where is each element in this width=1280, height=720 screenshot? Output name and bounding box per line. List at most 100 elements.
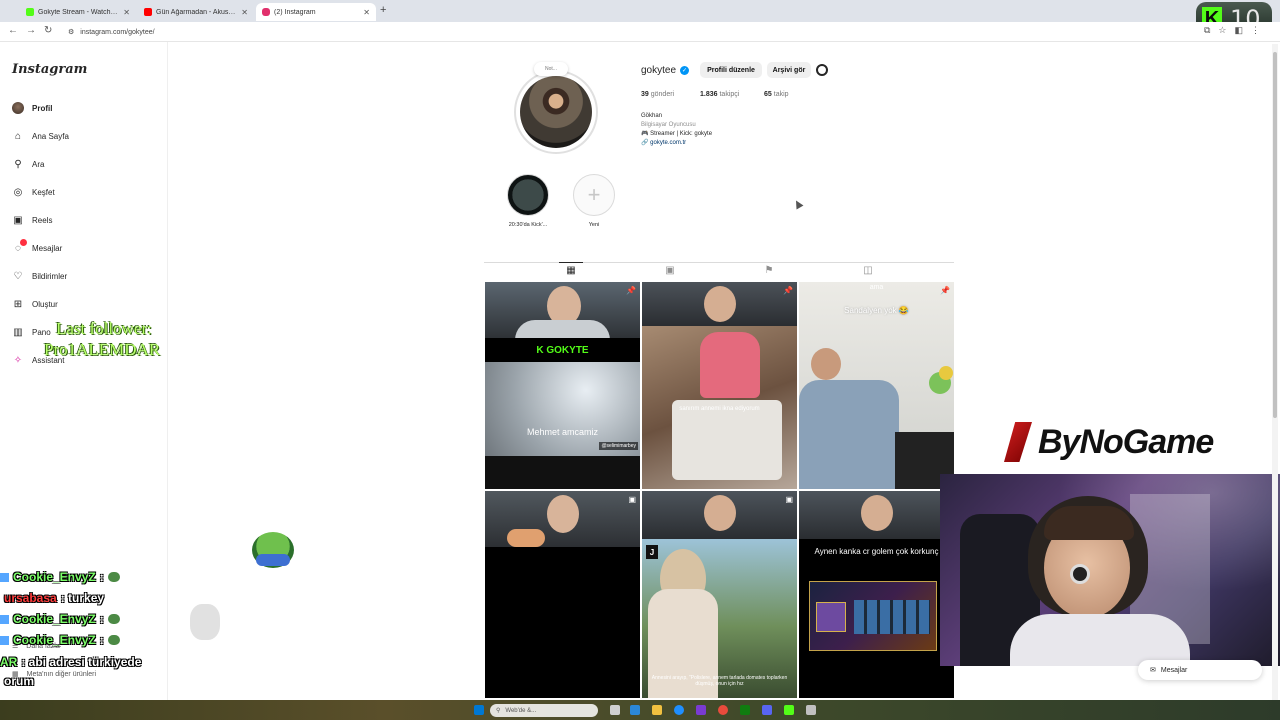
youtube-favicon-icon (144, 8, 152, 16)
menu-dots-icon[interactable]: ⋮ (1251, 25, 1260, 36)
chart-icon: ▥ (13, 326, 23, 338)
sidebar-item-search[interactable]: ⚲ Ara (12, 158, 44, 170)
saved-tab-icon[interactable]: ⚑ (763, 265, 775, 277)
chat-user: ursabasa (4, 591, 57, 605)
sidebar-item-create[interactable]: ⊞ Oluştur (12, 298, 58, 310)
edge-icon[interactable] (674, 705, 684, 715)
site-info-icon[interactable]: ⚙ (68, 28, 74, 36)
stat-value: 65 (764, 91, 772, 98)
chat-text: : (99, 612, 104, 626)
reels-icon: ▣ (785, 495, 793, 504)
extensions-icon[interactable]: ◧ (1234, 25, 1243, 36)
profile-photo (520, 76, 592, 148)
close-icon[interactable]: ✕ (123, 8, 130, 17)
post-tile-3[interactable]: ama Sandalyen yok 😂 📌 (799, 282, 954, 489)
install-icon[interactable]: ⧉ (1204, 25, 1210, 36)
hand (507, 529, 545, 547)
app-icon[interactable] (696, 705, 706, 715)
chat-message: ursabasa : turkey (4, 591, 104, 605)
sponsor-logo: ByNoGame (1004, 422, 1214, 462)
chat-user: Cookie_EnvyZ (13, 612, 96, 626)
profile-note-bubble[interactable]: Not... (534, 62, 568, 76)
stat-followers[interactable]: 1.836 takipçi (700, 91, 739, 98)
feather-icon (1004, 422, 1032, 462)
highlight-label: Yeni (588, 222, 600, 228)
instagram-logo[interactable]: Instagram (12, 62, 87, 77)
chat-message: Cookie_EnvyZ : (0, 570, 120, 584)
post-tile-2[interactable]: sanırım annemi ikna ediyorum 📌 (642, 282, 797, 489)
file-explorer-icon[interactable] (652, 705, 662, 715)
tab-kick[interactable]: Gokyte Stream - Watch Live on ✕ (20, 3, 136, 21)
chat-text: orum (4, 674, 34, 688)
post-tile-1[interactable]: K GOKYTE Mehmet amcamiz @selimimarbey 📌 (485, 282, 640, 489)
face (704, 286, 736, 322)
post-brand-text: K GOKYTE (485, 338, 640, 362)
post-caption: Aynen kanka cr golem çok korkunç (814, 547, 939, 556)
profile-picture[interactable] (514, 70, 598, 154)
sidebar-item-profile[interactable]: Profil (12, 102, 52, 114)
bio-link[interactable]: 🔗 gokyte.com.tr (641, 139, 712, 148)
post-tile-4[interactable]: ▣ (485, 491, 640, 698)
view-archive-button[interactable]: Arşivi gör (767, 62, 811, 78)
chat-user: AR (0, 655, 18, 669)
profile-bio: Gökhan Bilgisayar Oyuncusu 🎮 Streamer | … (641, 112, 712, 148)
url-text: instagram.com/gokytee/ (80, 28, 155, 36)
sidebar-item-reels[interactable]: ▣ Reels (12, 214, 52, 226)
sidebar-item-home[interactable]: ⌂ Ana Sayfa (12, 130, 69, 142)
chat-text: : (99, 633, 104, 647)
emote-icon (107, 635, 120, 645)
url-field[interactable]: ⚙ instagram.com/gokytee/ (64, 25, 1164, 39)
discord-icon[interactable] (762, 705, 772, 715)
notification-dot (20, 239, 27, 246)
chat-text: : (99, 570, 104, 584)
stat-following[interactable]: 65 takip (764, 91, 789, 98)
chat-message: AR : abi adresi türkiyede (0, 655, 141, 669)
reels-tab-icon[interactable]: ▣ (664, 265, 676, 277)
post-tag: @selimimarbey (599, 442, 638, 450)
sidebar-item-messages[interactable]: ◌ Mesajlar (12, 239, 62, 254)
start-icon[interactable] (474, 705, 484, 715)
close-icon[interactable]: ✕ (241, 8, 248, 17)
post-caption: Mehmet amcamiz (526, 427, 598, 437)
new-tab-button[interactable]: + (380, 4, 386, 16)
posts-grid-tab-icon[interactable]: ▦ (559, 262, 583, 277)
scrollbar-thumb[interactable] (1273, 52, 1277, 418)
post-tile-6[interactable]: Aynen kanka cr golem çok korkunç (799, 491, 954, 698)
taskbar-search-text: Web'de &... (505, 707, 537, 714)
tab-title: Gün Ağarmadan - Akustik - Yo (156, 8, 237, 16)
task-view-icon[interactable] (610, 705, 620, 715)
chat-message: Cookie_EnvyZ : (0, 612, 120, 626)
plus-square-icon: ⊞ (13, 298, 23, 310)
highlight-1[interactable]: 20:30'da Kick'... (505, 174, 551, 228)
messages-floating-button[interactable]: ✉ Mesajlar (1138, 660, 1262, 680)
tagged-tab-icon[interactable]: ◫ (862, 265, 874, 277)
post-image (642, 491, 797, 539)
tab-youtube[interactable]: Gün Ağarmadan - Akustik - Yo ✕ (138, 3, 254, 21)
back-arrow-icon[interactable]: ← (8, 25, 18, 36)
post-tile-5[interactable]: J Annesini arayıp, "Polislere, annem tar… (642, 491, 797, 698)
highlight-new[interactable]: + Yeni (571, 174, 617, 228)
close-icon[interactable]: ✕ (363, 8, 370, 17)
settings-app-icon[interactable] (630, 705, 640, 715)
bookmark-star-icon[interactable]: ☆ (1218, 25, 1226, 36)
stat-label: takip (773, 91, 789, 98)
taskbar-search[interactable]: ⚲ Web'de &... (490, 704, 598, 717)
reload-icon[interactable]: ↻ (44, 25, 52, 36)
kick-icon[interactable] (784, 705, 794, 715)
settings-gear-icon[interactable] (816, 64, 828, 76)
edit-profile-button[interactable]: Profili düzenle (700, 62, 762, 78)
os-taskbar: ⚲ Web'de &... (0, 700, 1280, 720)
profile-avatar-icon (12, 102, 24, 114)
pin-icon: 📌 (626, 286, 636, 295)
sidebar-item-notifications[interactable]: ♡ Bildirimler (12, 270, 68, 282)
face (547, 495, 579, 533)
xbox-icon[interactable] (740, 705, 750, 715)
forward-arrow-icon[interactable]: → (26, 25, 36, 36)
last-follower-overlay: Last follower: Pro1ALEMDAR (44, 318, 160, 360)
sidebar-item-explore[interactable]: ◎ Keşfet (12, 186, 55, 198)
tab-instagram[interactable]: (2) Instagram ✕ (256, 3, 376, 21)
emote-icon (107, 572, 120, 582)
app-icon[interactable] (806, 705, 816, 715)
microphone-icon (1070, 564, 1090, 584)
chrome-icon[interactable] (718, 705, 728, 715)
